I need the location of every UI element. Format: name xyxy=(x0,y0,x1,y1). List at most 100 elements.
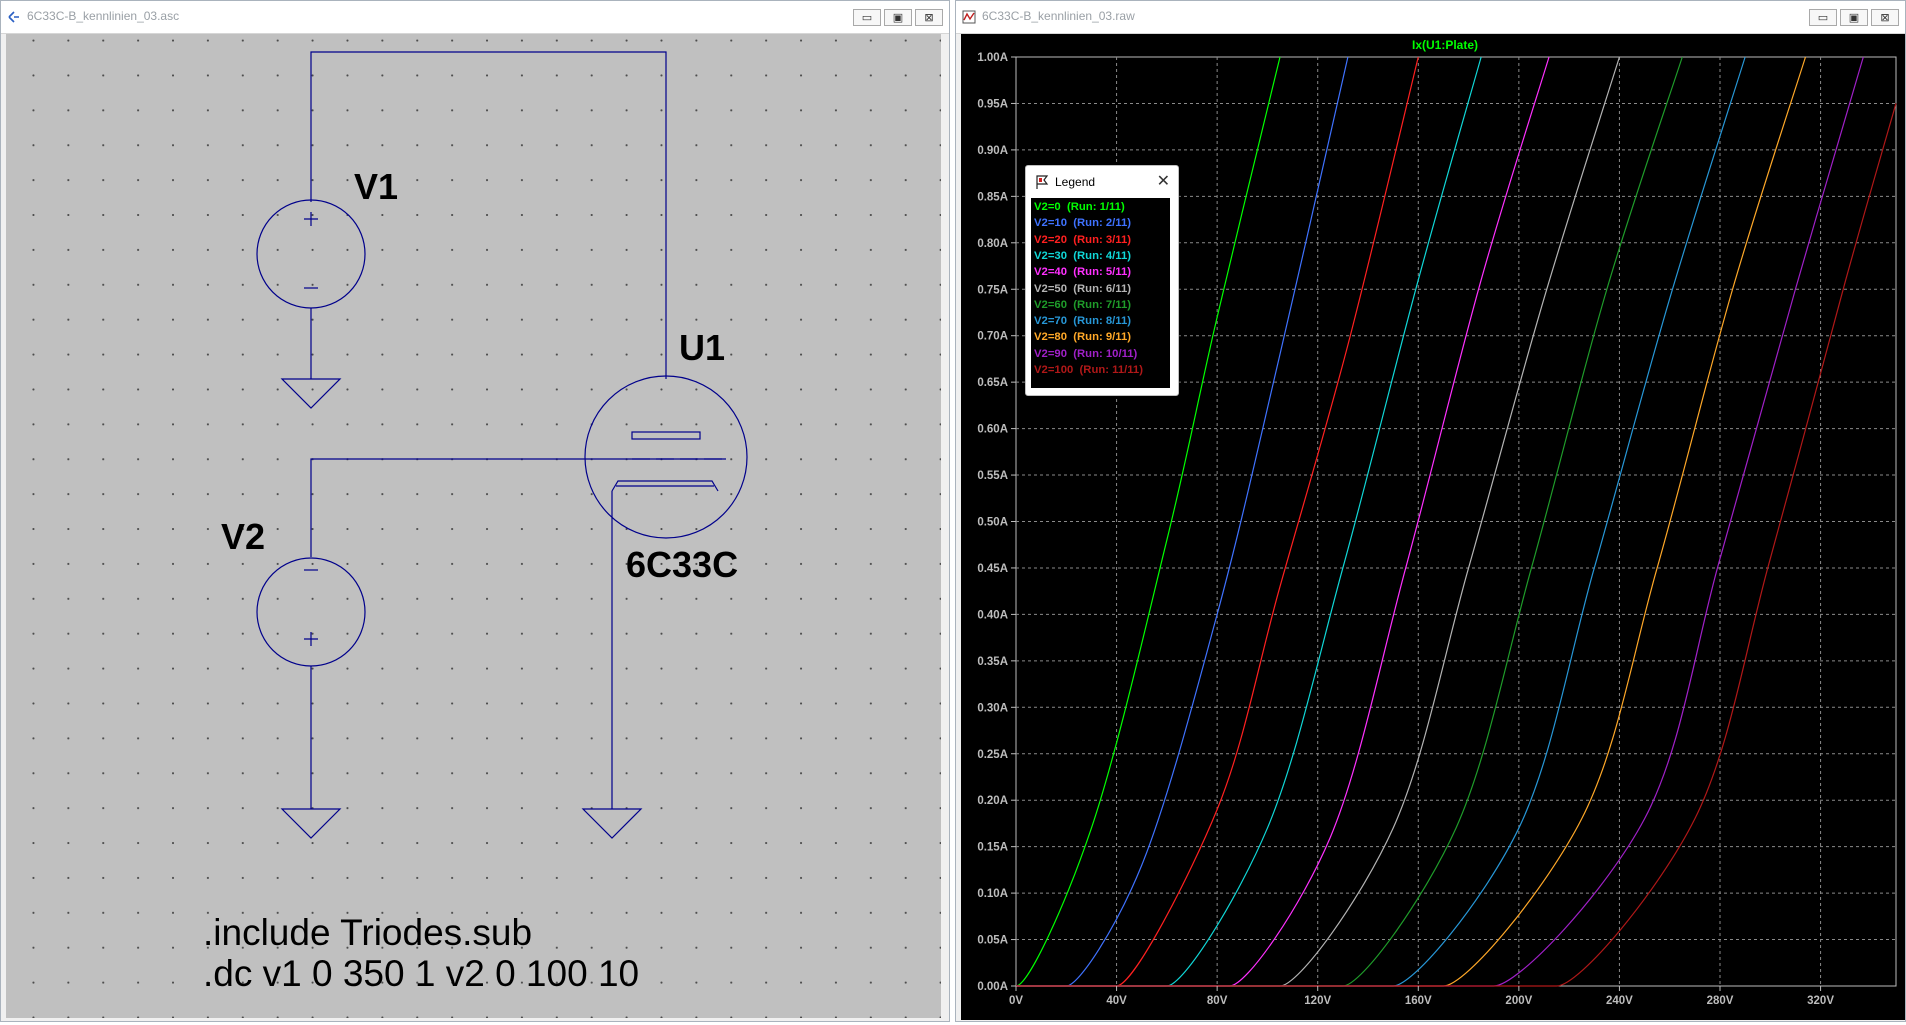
ltspice-schematic-icon xyxy=(8,11,19,23)
plot-trace-title[interactable]: Ix(U1:Plate) xyxy=(1412,38,1478,52)
triode-plate xyxy=(631,431,701,440)
legend-entry[interactable]: V2=90 (Run: 10/11) xyxy=(1034,348,1137,360)
v1-plus-sign xyxy=(304,212,318,226)
y-tick-label: 0.75A xyxy=(977,284,1008,296)
legend-entry-run: (Run: 2/11) xyxy=(1066,217,1132,230)
close-button[interactable]: ⊠ xyxy=(915,9,943,26)
y-tick-label: 0.15A xyxy=(977,842,1008,854)
y-tick-label: 0.90A xyxy=(977,145,1008,157)
legend-entry[interactable]: V2=80 (Run: 9/11) xyxy=(1034,331,1131,343)
legend-entry[interactable]: V2=20 (Run: 3/11) xyxy=(1034,234,1131,246)
y-tick-label: 0.25A xyxy=(977,749,1008,761)
legend-entry[interactable]: V2=30 (Run: 4/11) xyxy=(1034,250,1131,262)
ground-symbol-v1[interactable] xyxy=(280,378,342,409)
v2-source-symbol[interactable] xyxy=(256,557,366,667)
wire-plate[interactable] xyxy=(310,51,667,379)
spice-directive-include[interactable]: .include Triodes.sub xyxy=(203,912,532,953)
legend-entry-run: (Run: 11/11) xyxy=(1073,364,1143,376)
legend-entry-label: V2=40 xyxy=(1034,266,1067,279)
schematic-canvas[interactable]: V1 V2 U1 6C33C .include Triodes.sub .dc … xyxy=(6,34,941,1018)
spice-directive-dc[interactable]: .dc v1 0 350 1 v2 0 100 10 xyxy=(203,953,639,994)
minimize-button[interactable]: ▭ xyxy=(1809,9,1837,26)
legend-entry[interactable]: V2=0 (Run: 1/11) xyxy=(1034,201,1125,213)
triode-cathode xyxy=(611,480,719,492)
schematic-drawing: V1 V2 U1 6C33C .include Triodes.sub .dc … xyxy=(203,51,748,994)
legend-entry[interactable]: V2=70 (Run: 8/11) xyxy=(1034,315,1131,327)
wire-grid[interactable] xyxy=(310,458,726,557)
legend-entry-run: (Run: 3/11) xyxy=(1066,233,1132,246)
legend-entry-label: V2=80 xyxy=(1034,331,1067,344)
legend-entry-run: (Run: 5/11) xyxy=(1066,266,1132,279)
u1-model-label[interactable]: 6C33C xyxy=(626,544,738,585)
legend-entry-run: (Run: 9/11) xyxy=(1066,331,1132,344)
legend-entry-run: (Run: 8/11) xyxy=(1066,315,1132,328)
x-tick-label: 160V xyxy=(1405,995,1432,1007)
y-tick-label: 0.05A xyxy=(977,935,1008,947)
legend-entry-label: V2=90 xyxy=(1034,347,1067,360)
v2-label[interactable]: V2 xyxy=(221,516,265,557)
y-tick-label: 0.70A xyxy=(977,331,1008,343)
x-tick-label: 0V xyxy=(1009,995,1023,1007)
y-tick-label: 0.30A xyxy=(977,702,1008,714)
legend-entry[interactable]: V2=10 (Run: 2/11) xyxy=(1034,217,1131,229)
y-tick-label: 0.95A xyxy=(977,98,1008,110)
legend-entry-run: (Run: 7/11) xyxy=(1066,298,1132,311)
schematic-window: 6C33C-B_kennlinien_03.asc ▭ ▣ ⊠ V1 V2 U1… xyxy=(0,0,950,1022)
y-tick-label: 0.80A xyxy=(977,238,1008,250)
maximize-button[interactable]: ▣ xyxy=(1840,9,1868,26)
legend-entry-label: V2=100 xyxy=(1034,364,1074,376)
legend-entry-label: V2=60 xyxy=(1034,298,1067,311)
legend-entry-label: V2=10 xyxy=(1034,217,1067,230)
legend-entry-run: (Run: 6/11) xyxy=(1066,282,1132,295)
legend-entry-label: V2=0 xyxy=(1034,201,1061,213)
waveform-titlebar[interactable]: 6C33C-B_kennlinien_03.raw ▭ ▣ ⊠ xyxy=(956,1,1905,34)
legend-entries: V2=0 (Run: 1/11) V2=10 (Run: 2/11) V2=20 (… xyxy=(1031,198,1170,388)
y-tick-label: 0.50A xyxy=(977,517,1008,529)
legend-entry[interactable]: V2=60 (Run: 7/11) xyxy=(1034,299,1131,311)
x-tick-label: 120V xyxy=(1304,995,1331,1007)
ground-symbol-cathode[interactable] xyxy=(581,808,643,839)
v1-label[interactable]: V1 xyxy=(354,166,398,207)
legend-entry-label: V2=70 xyxy=(1034,315,1067,328)
legend-window[interactable]: Legend ✕ V2=0 (Run: 1/11) V2=10 (Run: 2/1… xyxy=(1025,165,1179,396)
y-tick-label: 0.00A xyxy=(977,981,1008,993)
x-tick-label: 240V xyxy=(1606,995,1633,1007)
y-tick-label: 1.00A xyxy=(977,52,1008,64)
waveform-window-title: 6C33C-B_kennlinien_03.raw xyxy=(982,9,1135,23)
legend-entry-run: (Run: 1/11) xyxy=(1060,201,1125,213)
maximize-button[interactable]: ▣ xyxy=(884,9,912,26)
y-tick-label: 0.55A xyxy=(977,470,1008,482)
minimize-button[interactable]: ▭ xyxy=(853,9,881,26)
x-tick-label: 320V xyxy=(1807,995,1834,1007)
triode-envelope[interactable] xyxy=(584,375,748,539)
ltspice-waveform-icon xyxy=(962,10,976,24)
schematic-titlebar[interactable]: 6C33C-B_kennlinien_03.asc ▭ ▣ ⊠ xyxy=(1,1,949,34)
legend-entry-label: V2=50 xyxy=(1034,282,1067,295)
legend-titlebar[interactable]: Legend ✕ xyxy=(1026,166,1178,196)
legend-entry[interactable]: V2=40 (Run: 5/11) xyxy=(1034,266,1131,278)
x-tick-label: 80V xyxy=(1207,995,1228,1007)
waveform-window: 6C33C-B_kennlinien_03.raw ▭ ▣ ⊠ Ix(U1:Pl… xyxy=(955,0,1906,1022)
schematic-window-title: 6C33C-B_kennlinien_03.asc xyxy=(27,9,180,23)
u1-label[interactable]: U1 xyxy=(679,327,725,368)
legend-title: Legend xyxy=(1055,175,1096,189)
ground-symbol-v2[interactable] xyxy=(280,808,342,839)
y-tick-label: 0.85A xyxy=(977,191,1008,203)
legend-flag-icon xyxy=(1036,175,1049,189)
y-tick-label: 0.60A xyxy=(977,424,1008,436)
y-tick-label: 0.45A xyxy=(977,563,1008,575)
v2-plus-sign xyxy=(304,632,318,646)
legend-entry-label: V2=20 xyxy=(1034,233,1067,246)
legend-entry-label: V2=30 xyxy=(1034,249,1067,262)
x-tick-label: 280V xyxy=(1707,995,1734,1007)
legend-entry-run: (Run: 10/11) xyxy=(1066,347,1138,360)
legend-close-icon[interactable]: ✕ xyxy=(1157,171,1170,191)
legend-entry[interactable]: V2=100 (Run: 11/11) xyxy=(1034,364,1143,376)
y-tick-label: 0.10A xyxy=(977,888,1008,900)
y-tick-label: 0.65A xyxy=(977,377,1008,389)
close-button[interactable]: ⊠ xyxy=(1871,9,1899,26)
y-tick-label: 0.40A xyxy=(977,609,1008,621)
y-tick-label: 0.20A xyxy=(977,795,1008,807)
legend-entry-run: (Run: 4/11) xyxy=(1066,249,1132,262)
legend-entry[interactable]: V2=50 (Run: 6/11) xyxy=(1034,283,1131,295)
